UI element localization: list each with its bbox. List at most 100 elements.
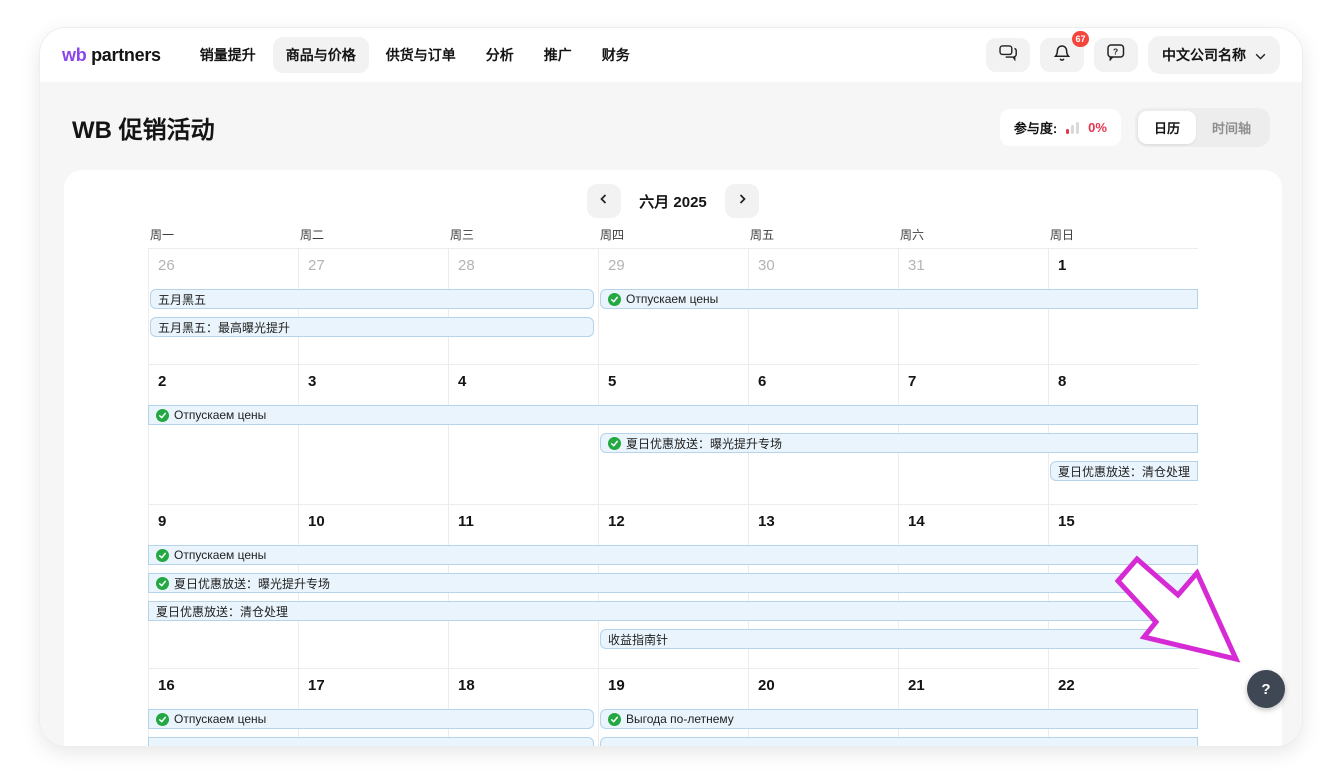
date-number: 9 <box>148 513 298 530</box>
event-bar[interactable] <box>148 737 594 746</box>
event-label: 夏日优惠放送：曝光提升专场 <box>174 575 330 592</box>
company-selector[interactable]: 中文公司名称 <box>1148 36 1280 74</box>
date-number: 10 <box>298 513 448 530</box>
logo-wb: wb <box>62 45 86 65</box>
view-toggle-calendar[interactable]: 日历 <box>1138 111 1196 144</box>
weekday-label: 周三 <box>448 226 598 248</box>
top-navbar: wb partners 销量提升商品与价格供货与订单分析推广财务 <box>40 28 1302 82</box>
calendar-week-row: 16171819202122Отпускаем ценыВыгода по-ле… <box>148 668 1198 746</box>
date-number: 29 <box>598 257 748 274</box>
nav-item-sales-boost[interactable]: 销量提升 <box>187 37 269 73</box>
chevron-right-icon <box>735 192 749 211</box>
notification-badge: 67 <box>1072 31 1089 47</box>
date-number: 1 <box>1048 257 1198 274</box>
date-number: 17 <box>298 677 448 694</box>
check-circle-icon <box>156 713 169 726</box>
event-bar[interactable]: Отпускаем цены <box>600 289 1198 309</box>
event-label: 五月黑五 <box>158 291 206 308</box>
notifications-button[interactable]: 67 <box>1040 38 1084 72</box>
event-bar[interactable]: 收益指南针 <box>600 629 1198 649</box>
event-bar[interactable]: 夏日优惠放送：清仓处理 <box>1050 461 1198 481</box>
event-label: Отпускаем цены <box>174 408 266 422</box>
date-number: 2 <box>148 373 298 390</box>
event-bar[interactable]: 夏日优惠放送：曝光提升专场 <box>600 433 1198 453</box>
navbar-right: 67 ? 中文公司名称 <box>986 36 1280 74</box>
help-fab-button[interactable]: ? <box>1247 670 1285 708</box>
nav-item-finance[interactable]: 财务 <box>589 37 643 73</box>
calendar-week-row: 2627282930311五月黑五Отпускаем цены五月黑五：最高曝光… <box>148 248 1198 364</box>
date-number: 13 <box>748 513 898 530</box>
date-number: 20 <box>748 677 898 694</box>
date-number: 16 <box>148 677 298 694</box>
mini-bar-chart-icon <box>1066 122 1079 134</box>
svg-text:?: ? <box>1113 46 1118 56</box>
date-number: 4 <box>448 373 598 390</box>
check-circle-icon <box>156 577 169 590</box>
check-circle-icon <box>608 293 621 306</box>
page-header: WB 促销活动 参与度: 0% 日历时间轴 <box>40 82 1302 147</box>
date-number: 28 <box>448 257 598 274</box>
page-content: WB 促销活动 参与度: 0% 日历时间轴 <box>40 82 1302 746</box>
event-label: 收益指南针 <box>608 631 668 648</box>
participation-value: 0% <box>1088 120 1107 135</box>
date-number: 19 <box>598 677 748 694</box>
main-nav: 销量提升商品与价格供货与订单分析推广财务 <box>187 37 643 73</box>
month-navigation: 六月 2025 <box>64 170 1282 218</box>
event-label: 夏日优惠放送：清仓处理 <box>1058 463 1190 480</box>
date-number: 6 <box>748 373 898 390</box>
weekday-header-row: 周一周二周三周四周五周六周日 <box>148 226 1198 248</box>
calendar-card: 六月 2025 周一周二周三周四周五周六周日 2627282930311五月黑五… <box>64 170 1282 746</box>
event-bar[interactable]: 夏日优惠放送：清仓处理 <box>148 601 1198 621</box>
support-button[interactable]: ? <box>1094 38 1138 72</box>
date-number: 8 <box>1048 373 1198 390</box>
check-circle-icon <box>608 713 621 726</box>
nav-item-goods-prices[interactable]: 商品与价格 <box>273 37 369 73</box>
event-label: Отпускаем цены <box>626 292 718 306</box>
date-number: 27 <box>298 257 448 274</box>
wb-partners-logo[interactable]: wb partners <box>62 45 161 66</box>
nav-item-supply-orders[interactable]: 供货与订单 <box>373 37 469 73</box>
date-number: 18 <box>448 677 598 694</box>
event-bar[interactable]: 五月黑五：最高曝光提升 <box>150 317 594 337</box>
event-label: 夏日优惠放送：曝光提升专场 <box>626 435 782 452</box>
date-number: 26 <box>148 257 298 274</box>
event-bar[interactable]: Выгода по-летнему <box>600 709 1198 729</box>
nav-item-analytics[interactable]: 分析 <box>473 37 527 73</box>
next-month-button[interactable] <box>725 184 759 218</box>
event-bar[interactable]: 五月黑五 <box>150 289 594 309</box>
event-bar[interactable]: Отпускаем цены <box>148 545 1198 565</box>
weekday-label: 周日 <box>1048 226 1198 248</box>
chat-button[interactable] <box>986 38 1030 72</box>
nav-item-promotion[interactable]: 推广 <box>531 37 585 73</box>
date-number: 3 <box>298 373 448 390</box>
weekday-label: 周五 <box>748 226 898 248</box>
header-controls: 参与度: 0% 日历时间轴 <box>1000 108 1270 147</box>
calendar-grid: 周一周二周三周四周五周六周日 2627282930311五月黑五Отпускае… <box>148 226 1198 746</box>
participation-widget: 参与度: 0% <box>1000 109 1121 146</box>
event-bar[interactable]: Отпускаем цены <box>148 405 1198 425</box>
chevron-down-icon <box>1255 47 1266 63</box>
participation-label: 参与度: <box>1014 118 1057 137</box>
view-toggle-timeline[interactable]: 时间轴 <box>1196 111 1267 144</box>
event-label: Отпускаем цены <box>174 712 266 726</box>
month-label: 六月 2025 <box>639 191 707 212</box>
event-label: 夏日优惠放送：清仓处理 <box>156 603 288 620</box>
date-number: 12 <box>598 513 748 530</box>
calendar-week-row: 9101112131415 Отпускаем цены 夏日优惠放送：曝光提升专场… <box>148 504 1198 668</box>
date-number: 11 <box>448 513 598 530</box>
weekday-label: 周六 <box>898 226 1048 248</box>
check-circle-icon <box>156 409 169 422</box>
date-number: 15 <box>1048 513 1198 530</box>
bell-icon <box>1054 44 1070 67</box>
chat-bubbles-icon <box>999 45 1018 66</box>
event-label: Отпускаем цены <box>174 548 266 562</box>
event-label: Выгода по-летнему <box>626 712 734 726</box>
date-number: 14 <box>898 513 1048 530</box>
event-bar[interactable]: Отпускаем цены <box>148 709 594 729</box>
logo-partners: partners <box>91 45 161 65</box>
event-bar[interactable] <box>600 737 1198 746</box>
date-number: 30 <box>748 257 898 274</box>
prev-month-button[interactable] <box>587 184 621 218</box>
event-bar[interactable]: 夏日优惠放送：曝光提升专场 <box>148 573 1198 593</box>
weekday-label: 周一 <box>148 226 298 248</box>
